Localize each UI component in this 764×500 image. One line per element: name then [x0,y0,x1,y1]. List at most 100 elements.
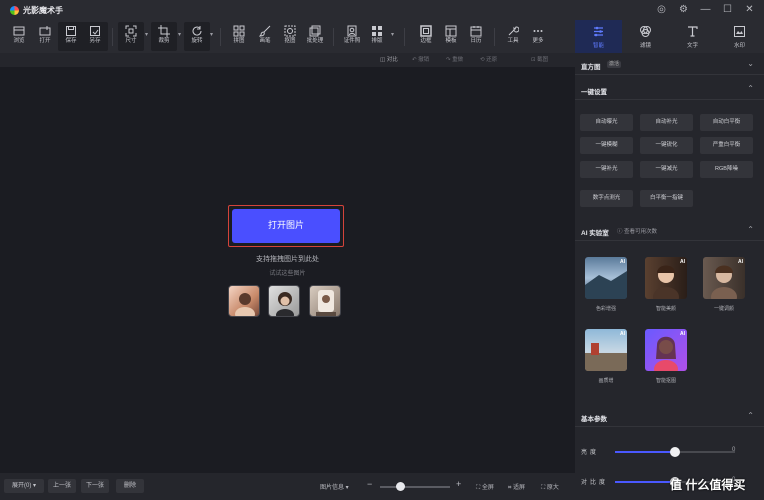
more-icon [533,30,543,32]
browse-icon [13,26,25,36]
next-image-button[interactable]: 下一张 [81,479,109,493]
text-icon [688,26,698,37]
app-logo-icon [10,5,19,15]
toolbar-divider [404,28,405,46]
rotate-icon [192,26,202,36]
layout-icon [372,26,382,36]
drag-drop-hint: 支持拖拽图片到此处 [256,256,319,263]
compare-icon: ◫ [380,57,387,63]
save-button[interactable]: 保存 [58,22,84,51]
rotate-dropdown-chevron-icon[interactable]: ▾ [210,31,213,38]
ai-card-color-enhance[interactable]: AI [585,257,627,299]
template-button[interactable]: 模板 [438,22,464,51]
tab-filter[interactable]: 滤镜 [622,20,669,53]
settings-gear-icon[interactable]: ⚙ [677,3,690,16]
border-button[interactable]: 边框 [413,22,439,51]
compare-button[interactable]: ◫ 对比 [380,55,398,63]
brush-button[interactable]: 画笔 [252,22,278,51]
collage-button[interactable]: 拼图 [226,22,252,51]
resize-icon [125,25,137,37]
watermark-icon [734,26,745,37]
open-button[interactable]: 打开 [32,22,58,51]
resize-button[interactable]: 尺寸 [118,22,144,51]
one-click-button[interactable]: 一键补光 [580,161,633,178]
one-click-button[interactable]: 一键锐化 [640,137,693,154]
resize-dropdown-chevron-icon[interactable]: ▾ [145,31,148,38]
ai-usage-link[interactable]: ⓘ 查看可用次数 [617,227,657,235]
zoom-out-icon[interactable]: − [367,479,372,489]
zoom-slider-handle[interactable] [396,482,405,491]
ai-card-beauty[interactable]: AI [645,257,687,299]
zoom-in-icon[interactable]: + [456,479,461,489]
one-click-button[interactable]: 一键减光 [640,161,693,178]
fullscreen-button[interactable]: ⛶ 全屏 [476,482,494,492]
open-image-highlight: 打开图片 [228,205,344,247]
screenshot-button[interactable]: ⊡ 截图 [531,55,548,63]
crop-dropdown-chevron-icon[interactable]: ▾ [178,31,181,38]
one-click-button[interactable]: 自动补光 [640,114,693,131]
open-icon [39,26,51,36]
save-as-button[interactable]: 另存 [82,22,108,51]
ai-lab-section-header[interactable]: AI 实验室 ⓘ 查看可用次数 ⌃ [575,219,764,241]
ai-card-label: 色彩增强 [595,306,616,312]
layout-dropdown-chevron-icon[interactable]: ▾ [391,31,394,38]
one-click-button[interactable]: 严重白平衡 [700,137,753,154]
sample-image-1[interactable] [228,285,260,317]
sample-image-3[interactable] [309,285,341,317]
image-info-dropdown[interactable]: 图片信息 ▾ [320,482,349,491]
open-image-button[interactable]: 打开图片 [232,209,340,243]
chevron-down-icon: ⌄ [747,59,754,68]
one-click-button[interactable]: 白平衡一指键 [640,190,693,207]
rotate-button[interactable]: 旋转 [184,22,210,51]
cutout-button[interactable]: 抠图 [277,22,303,51]
skin-icon[interactable]: ◎ [655,3,668,16]
id-photo-button[interactable]: 证件照 [339,22,365,51]
one-click-button[interactable]: 一键模糊 [580,137,633,154]
site-watermark: 值 什么值得买 [670,478,746,492]
toolbar-divider [333,28,334,46]
close-button[interactable]: ✕ [743,3,756,16]
tab-watermark[interactable]: 水印 [716,20,763,53]
tab-smart[interactable]: 智能 [575,20,622,53]
sample-image-2[interactable] [268,285,300,317]
batch-icon [309,25,321,37]
browse-button[interactable]: 浏览 [6,22,32,51]
toolbar-divider [112,28,113,46]
tools-button[interactable]: 工具 [500,22,526,51]
calendar-button[interactable]: 日历 [463,22,489,51]
brightness-slider-handle[interactable] [670,447,680,457]
ai-card-cutout[interactable]: AI [645,329,687,371]
ai-card-quality[interactable]: AI [585,329,627,371]
sample-portrait-1 [235,293,255,316]
contrast-fill [615,481,675,483]
chevron-up-icon: ⌃ [747,84,754,93]
batch-button[interactable]: 批处理 [302,22,328,51]
undo-button[interactable]: ↶ 撤销 [412,55,429,63]
save-as-icon [90,26,100,36]
more-button[interactable]: 更多 [525,22,551,51]
brightness-fill [615,451,675,453]
delete-image-button[interactable]: 删除 [116,479,144,493]
basic-params-section-header[interactable]: 基本参数 ⌃ [575,405,764,427]
one-click-section-header[interactable]: 一键设置 ⌃ [575,78,764,100]
restore-button[interactable]: ⟲ 还原 [480,55,497,63]
tab-text[interactable]: 文字 [669,20,716,53]
crop-button[interactable]: 裁剪 [151,22,177,51]
maximize-button[interactable]: ☐ [721,3,734,16]
minimize-button[interactable]: — [699,3,712,16]
histogram-section-header[interactable]: 直方图 激活 ⌄ [575,53,764,75]
layout-button[interactable]: 排版 [364,22,390,51]
expand-thumbnails-button[interactable]: 展开(0) ▾ [4,479,44,493]
ai-card-tone[interactable]: AI [703,257,745,299]
prev-image-button[interactable]: 上一张 [48,479,76,493]
original-size-button[interactable]: ⛶ 原大 [541,482,559,492]
fit-screen-button[interactable]: ⌗ 适屏 [508,482,525,492]
one-click-button[interactable]: 自动白平衡 [700,114,753,131]
border-icon [420,25,432,37]
one-click-button[interactable]: RGB降噪 [700,161,753,178]
toolbar-divider [494,28,495,46]
zoom-slider[interactable] [380,486,450,488]
one-click-button[interactable]: 数字点测光 [580,190,633,207]
redo-button[interactable]: ↷ 重做 [446,55,463,63]
one-click-button[interactable]: 自动曝光 [580,114,633,131]
